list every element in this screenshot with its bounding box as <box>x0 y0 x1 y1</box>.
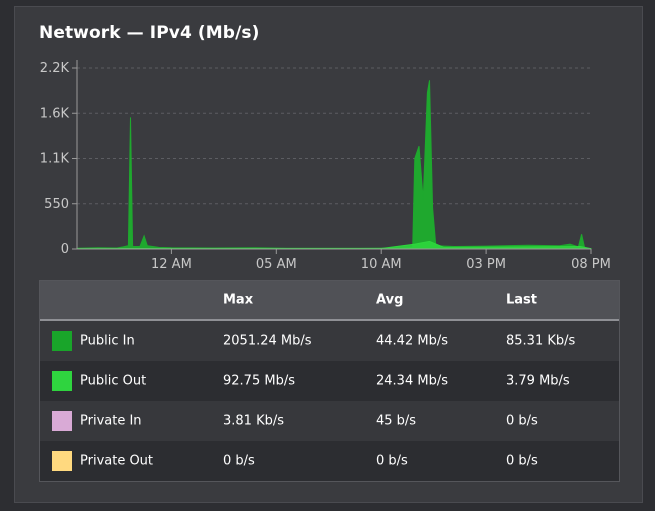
last-value: 85.31 Kb/s <box>506 333 576 349</box>
x-tick-label: 08 PM <box>571 257 611 272</box>
series-name: Public In <box>80 333 135 349</box>
color-swatch <box>52 371 72 391</box>
avg-value: 0 b/s <box>376 453 408 469</box>
y-tick-label: 0 <box>61 242 69 257</box>
color-swatch <box>52 411 72 431</box>
series-name: Public Out <box>80 373 147 389</box>
x-tick-label: 12 AM <box>151 257 192 272</box>
last-value: 3.79 Mb/s <box>506 373 570 389</box>
legend-row-public-out[interactable]: Public Out 92.75 Mb/s 24.34 Mb/s 3.79 Mb… <box>40 361 619 401</box>
legend-table: Max Avg Last Public In 2051.24 Mb/s 44.4… <box>39 280 620 482</box>
legend-row-public-in[interactable]: Public In 2051.24 Mb/s 44.42 Mb/s 85.31 … <box>40 321 619 361</box>
network-panel: Network — IPv4 (Mb/s) 0 550 1.1K 1.6K 2.2K 1… <box>14 6 643 503</box>
header-max[interactable]: Max <box>223 293 253 308</box>
avg-value: 44.42 Mb/s <box>376 333 448 349</box>
y-tick-label: 1.1K <box>40 152 70 167</box>
series-name: Private Out <box>80 453 154 469</box>
series-area <box>76 80 592 250</box>
x-ticks: 12 AM 05 AM 10 AM 03 PM 08 PM <box>151 249 611 272</box>
last-value: 0 b/s <box>506 413 538 429</box>
y-tick-label: 2.2K <box>40 61 70 76</box>
avg-value: 24.34 Mb/s <box>376 373 448 389</box>
avg-value: 45 b/s <box>376 413 417 429</box>
max-value: 92.75 Mb/s <box>223 373 295 389</box>
x-tick-label: 05 AM <box>256 257 297 272</box>
header-last[interactable]: Last <box>506 293 537 308</box>
max-value: 0 b/s <box>223 453 255 469</box>
y-tick-label: 550 <box>44 197 69 212</box>
x-tick-label: 03 PM <box>466 257 506 272</box>
max-value: 3.81 Kb/s <box>223 413 285 429</box>
legend-header: Max Avg Last <box>40 281 619 321</box>
color-swatch <box>52 331 72 351</box>
y-grid <box>77 67 591 205</box>
header-avg[interactable]: Avg <box>376 293 403 308</box>
legend-row-private-in[interactable]: Private In 3.81 Kb/s 45 b/s 0 b/s <box>40 401 619 441</box>
color-swatch <box>52 451 72 471</box>
x-tick-label: 10 AM <box>361 257 402 272</box>
network-chart: 0 550 1.1K 1.6K 2.2K 12 AM 05 AM 10 AM 03 PM 08 … <box>40 60 611 272</box>
y-tick-label: 1.6K <box>40 106 70 121</box>
max-value: 2051.24 Mb/s <box>223 333 312 349</box>
axes <box>76 60 591 250</box>
series-layer <box>76 80 592 250</box>
series-name: Private In <box>80 413 142 429</box>
last-value: 0 b/s <box>506 453 538 469</box>
legend-row-private-out[interactable]: Private Out 0 b/s 0 b/s 0 b/s <box>40 441 619 481</box>
y-ticks: 0 550 1.1K 1.6K 2.2K <box>40 61 77 257</box>
